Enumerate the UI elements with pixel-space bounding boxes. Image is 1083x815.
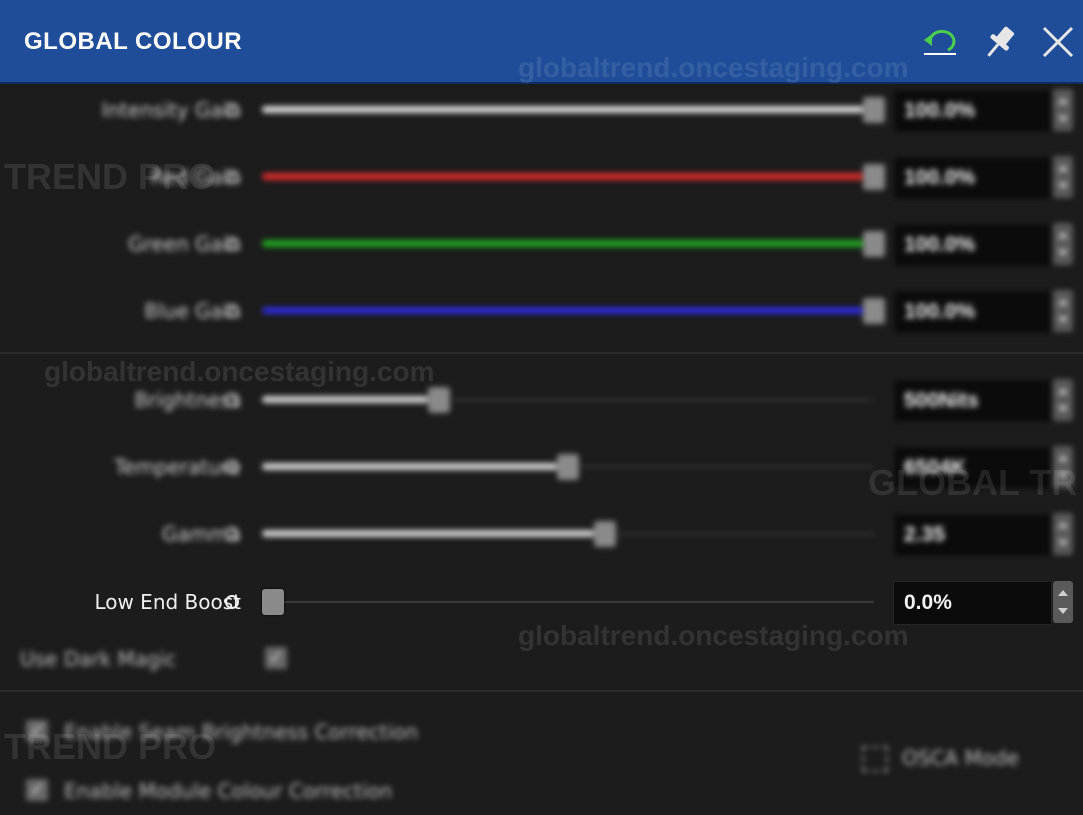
slider-track[interactable] (262, 454, 874, 480)
slider-row-gamma: Gamma 2.35 (0, 504, 1083, 564)
slider-row-temperature: Temperature 6504K (0, 437, 1083, 497)
value-field[interactable]: 6504K (893, 446, 1052, 490)
spin-button[interactable] (1053, 156, 1073, 198)
slider-label: Low End Boost (94, 590, 241, 614)
slider-track[interactable] (262, 387, 874, 413)
slider-track[interactable] (262, 97, 885, 123)
pin-icon[interactable] (978, 20, 1022, 64)
slider-fill (262, 173, 874, 180)
value-field[interactable]: 100.0% (893, 156, 1052, 200)
slider-row-red-gain: Red Gain 100.0% (0, 147, 1083, 207)
value-text: 100.0% (904, 99, 976, 122)
dark-magic-checkbox[interactable]: ✓ (265, 647, 287, 669)
value-field[interactable]: 0.0% (893, 581, 1052, 625)
slider-thumb[interactable] (863, 97, 885, 123)
title-bar: GLOBAL COLOUR (0, 0, 1083, 84)
value-field[interactable]: 100.0% (893, 223, 1052, 267)
slider-thumb[interactable] (863, 231, 885, 257)
reset-ring-icon[interactable] (225, 595, 239, 609)
slider-track[interactable] (262, 589, 874, 615)
section-divider (0, 352, 1083, 354)
slider-thumb[interactable] (593, 521, 616, 547)
slider-thumb[interactable] (863, 164, 885, 190)
value-text: 0.0% (904, 591, 952, 614)
value-text: 500Nits (904, 389, 979, 412)
seam-brightness-checkbox[interactable]: ✓ (26, 720, 48, 742)
slider-row-intensity-gain: Intensity Gain 100.0% (0, 80, 1083, 140)
reset-ring-icon[interactable] (225, 460, 239, 474)
slider-track[interactable] (262, 164, 885, 190)
value-text: 100.0% (904, 300, 976, 323)
seam-brightness-label: Enable Seam Brightness Correction (64, 720, 418, 744)
module-colour-label: Enable Module Colour Correction (64, 779, 393, 803)
slider-track[interactable] (262, 231, 885, 257)
spin-button[interactable] (1053, 379, 1073, 421)
value-text: 6504K (904, 456, 966, 479)
slider-thumb[interactable] (262, 589, 284, 615)
slider-fill (262, 240, 874, 247)
spin-button[interactable] (1053, 446, 1073, 488)
section-divider (0, 690, 1083, 692)
slider-row-brightness: Brightness 500Nits (0, 370, 1083, 430)
slider-track[interactable] (262, 298, 885, 324)
value-field[interactable]: 100.0% (893, 89, 1052, 133)
close-icon[interactable] (1036, 20, 1080, 64)
module-colour-checkbox[interactable]: ✓ (26, 779, 48, 801)
spin-button[interactable] (1053, 513, 1073, 555)
reset-ring-icon[interactable] (225, 393, 239, 407)
slider-label: Intensity Gain (101, 98, 241, 122)
dark-magic-label: Use Dark Magic (20, 647, 177, 671)
reset-ring-icon[interactable] (225, 304, 239, 318)
spin-button[interactable] (1053, 581, 1073, 623)
slider-row-low-end-boost: Low End Boost 0.0% (0, 572, 1083, 632)
slider-row-green-gain: Green Gain 100.0% (0, 214, 1083, 274)
value-text: 2.35 (904, 523, 945, 546)
window-title: GLOBAL COLOUR (24, 28, 243, 55)
osca-mode-label: OSCA Mode (902, 746, 1019, 770)
slider-fill (262, 530, 605, 537)
reset-ring-icon[interactable] (225, 103, 239, 117)
slider-label: Temperature (114, 455, 241, 479)
value-text: 100.0% (904, 233, 976, 256)
undo-icon[interactable] (918, 20, 962, 64)
value-field[interactable]: 500Nits (893, 379, 1052, 423)
slider-fill (262, 463, 568, 470)
value-text: 100.0% (904, 166, 976, 189)
value-field[interactable]: 2.35 (893, 513, 1052, 557)
reset-ring-icon[interactable] (225, 170, 239, 184)
reset-ring-icon[interactable] (225, 237, 239, 251)
slider-fill (262, 396, 440, 403)
grid-icon (862, 746, 888, 772)
spin-button[interactable] (1053, 223, 1073, 265)
slider-fill (262, 106, 874, 113)
slider-thumb[interactable] (428, 387, 451, 413)
slider-track[interactable] (262, 521, 874, 547)
slider-fill (262, 307, 874, 314)
spin-button[interactable] (1053, 89, 1073, 131)
slider-row-blue-gain: Blue Gain 100.0% (0, 281, 1083, 341)
value-field[interactable]: 100.0% (893, 290, 1052, 334)
reset-ring-icon[interactable] (225, 527, 239, 541)
slider-thumb[interactable] (863, 298, 885, 324)
spin-button[interactable] (1053, 290, 1073, 332)
slider-thumb[interactable] (557, 454, 579, 480)
